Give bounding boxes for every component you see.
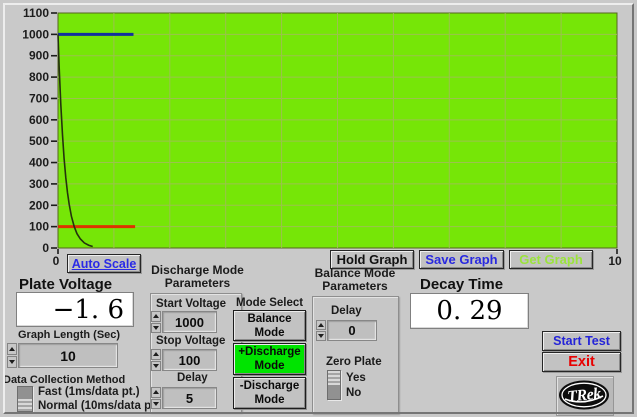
decrement-arrow-icon[interactable] (151, 323, 161, 334)
y-axis-tick-label: 1000 (22, 27, 49, 41)
increment-arrow-icon[interactable] (151, 311, 161, 322)
plate-voltage-indicator: −1. 6 (16, 292, 134, 327)
y-axis-tick-label: 0 (42, 241, 49, 255)
increment-arrow-icon[interactable] (7, 343, 17, 355)
positive-discharge-mode-button[interactable]: +Discharge Mode (233, 343, 306, 375)
balance-mode-button-line1: Balance (247, 312, 291, 326)
mode-select-label: Mode Select (236, 297, 303, 309)
y-axis-tick-label: 700 (29, 91, 49, 105)
toggle-track (18, 399, 32, 411)
exit-button[interactable]: Exit (542, 352, 621, 372)
balance-delay-control: 0 (316, 320, 377, 341)
y-axis-tick-label: 800 (29, 70, 49, 84)
negative-discharge-mode-button[interactable]: -Discharge Mode (233, 377, 306, 409)
balance-delay-spinner (316, 320, 327, 341)
y-axis-tick-label: 200 (29, 198, 49, 212)
negative-discharge-button-line2: Mode (254, 393, 284, 407)
graph-length-control: 10 (7, 343, 118, 368)
y-axis-tick-label: 400 (29, 156, 49, 170)
discharge-delay-input[interactable]: 5 (162, 387, 217, 409)
zero-plate-option-no: No (346, 387, 361, 399)
x-axis-tick-label: 0 (53, 254, 60, 268)
auto-scale-button[interactable]: Auto Scale (67, 254, 141, 273)
decrement-arrow-icon[interactable] (151, 399, 161, 410)
negative-discharge-button-line1: -Discharge (240, 379, 299, 393)
discharge-group-title: Discharge Mode Parameters (140, 264, 255, 290)
toggle-handle (18, 387, 32, 399)
get-graph-button[interactable]: Get Graph (509, 250, 593, 269)
decrement-arrow-icon[interactable] (151, 361, 161, 372)
y-axis-tick-label: 100 (29, 220, 49, 234)
toggle-handle (328, 385, 340, 399)
decrement-arrow-icon[interactable] (316, 331, 326, 341)
data-collection-option-normal: Normal (10ms/data pt.) (38, 400, 162, 412)
instrument-panel: 010020030040050060070080090010001100010 … (0, 0, 637, 417)
y-axis-tick-label: 900 (29, 49, 49, 63)
data-collection-label: Data Collection Method (3, 374, 125, 386)
balance-group-title: Balance Mode Parameters (300, 267, 410, 293)
balance-delay-input[interactable]: 0 (327, 320, 377, 341)
increment-arrow-icon[interactable] (151, 387, 161, 398)
plate-voltage-title: Plate Voltage (19, 276, 112, 293)
decrement-arrow-icon[interactable] (7, 356, 17, 368)
stop-voltage-input[interactable]: 100 (162, 349, 217, 371)
graph-length-spinner (7, 343, 18, 368)
discharge-delay-control: 5 (151, 387, 217, 409)
graph-length-label: Graph Length (Sec) (18, 329, 120, 341)
data-collection-option-fast: Fast (1ms/data pt.) (38, 386, 140, 398)
data-collection-toggle[interactable] (17, 386, 33, 412)
stop-voltage-control: 100 (151, 349, 217, 371)
positive-discharge-button-line2: Mode (254, 359, 284, 373)
decay-time-indicator: 0. 29 (410, 293, 529, 329)
balance-delay-label: Delay (331, 305, 362, 317)
balance-group-title-line2: Parameters (300, 280, 410, 293)
start-voltage-spinner (151, 311, 162, 333)
zero-plate-label: Zero Plate (326, 356, 382, 368)
save-graph-button[interactable]: Save Graph (419, 250, 504, 269)
y-axis-tick-label: 500 (29, 134, 49, 148)
trek-logo-icon: TRek (557, 377, 611, 413)
start-voltage-input[interactable]: 1000 (162, 311, 217, 333)
decay-time-title: Decay Time (420, 276, 503, 293)
discharge-delay-label: Delay (177, 372, 208, 384)
balance-mode-button[interactable]: Balance Mode (233, 310, 306, 341)
positive-discharge-button-line1: +Discharge (238, 345, 300, 359)
start-voltage-label: Start Voltage (156, 298, 226, 310)
graph-length-input[interactable]: 10 (18, 343, 118, 368)
toggle-track (328, 371, 340, 385)
svg-text:TRek: TRek (566, 385, 602, 405)
voltage-decay-graph: 0 100 200 300 400 500 600 700 800 900 1000 1100 0 10 (0, 0, 637, 270)
zero-plate-option-yes: Yes (346, 372, 366, 384)
discharge-group-title-line2: Parameters (140, 277, 255, 290)
y-axis-tick-label: 300 (29, 177, 49, 191)
stop-voltage-spinner (151, 349, 162, 371)
balance-mode-button-line2: Mode (254, 326, 284, 340)
start-voltage-control: 1000 (151, 311, 217, 333)
y-axis-tick-label: 1100 (23, 6, 49, 20)
increment-arrow-icon[interactable] (316, 320, 326, 330)
discharge-delay-spinner (151, 387, 162, 409)
increment-arrow-icon[interactable] (151, 349, 161, 360)
zero-plate-toggle[interactable] (327, 370, 341, 400)
start-test-button[interactable]: Start Test (542, 331, 621, 351)
x-axis-tick-label: 10 (608, 254, 622, 268)
stop-voltage-label: Stop Voltage (156, 335, 225, 347)
trek-logo: TRek (556, 376, 614, 416)
y-axis-tick-label: 600 (29, 113, 49, 127)
